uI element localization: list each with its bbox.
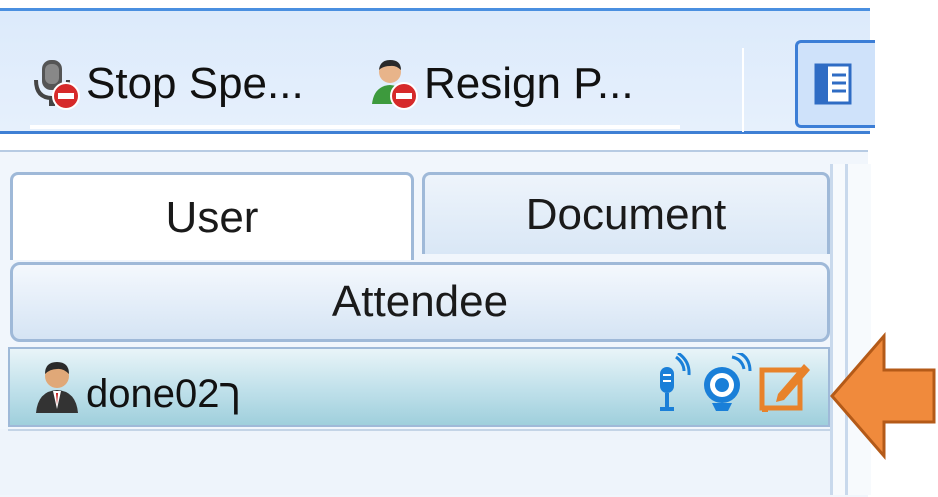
- resign-button[interactable]: Resign P...: [368, 58, 634, 110]
- tab-document-label: Document: [525, 189, 727, 239]
- annotation-arrow-icon: [830, 331, 936, 461]
- layout-icon: [814, 63, 852, 105]
- attendee-row[interactable]: done02ך: [8, 347, 830, 427]
- tab-document[interactable]: Document: [422, 172, 830, 254]
- attendee-column-header[interactable]: Attendee: [10, 262, 830, 342]
- stop-speaking-button[interactable]: Stop Spe...: [30, 58, 304, 110]
- layout-toggle-button[interactable]: [795, 40, 875, 128]
- toolbar-separator: [742, 48, 744, 132]
- microphone-icon[interactable]: [654, 353, 694, 419]
- resign-presenter-icon: [372, 60, 418, 110]
- attendee-header-label: Attendee: [331, 277, 509, 326]
- user-avatar-icon: [36, 362, 78, 413]
- tab-user-label: User: [165, 192, 259, 242]
- attendee-list-empty-area: [0, 429, 830, 495]
- tab-user[interactable]: User: [10, 172, 414, 260]
- edit-icon[interactable]: [758, 356, 814, 416]
- toolbar-underline: [30, 125, 680, 129]
- toolbar: Stop Spe... Resign P...: [0, 8, 875, 134]
- webcam-icon[interactable]: [698, 353, 754, 419]
- stop-speaking-label: Stop Spe...: [86, 59, 304, 108]
- resign-label: Resign P...: [424, 59, 634, 108]
- attendee-name: done02ך: [86, 371, 241, 416]
- attendee-status-icons: [654, 353, 814, 419]
- stop-speaking-icon: [34, 60, 80, 110]
